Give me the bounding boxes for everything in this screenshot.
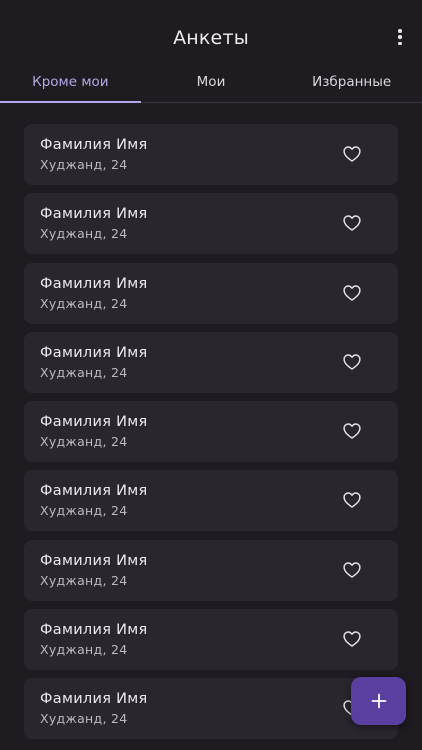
profile-card[interactable]: Фамилия Имя Худжанд, 24 [24,539,398,601]
profile-location: Худжанд, 24 [40,572,128,588]
heart-icon[interactable] [342,144,362,164]
profile-name: Фамилия Имя [40,552,148,569]
app-header: Анкеты [0,0,422,72]
profile-name: Фамилия Имя [40,344,148,361]
tab-mine[interactable]: Мои [141,72,282,102]
profile-location: Худжанд, 24 [40,295,128,311]
page-title: Анкеты [173,27,249,49]
heart-icon[interactable] [342,352,362,372]
heart-icon[interactable] [342,213,362,233]
menu-dot [398,35,402,39]
plus-icon [371,693,386,709]
app-screen: Анкеты Кроме мои Мои Избранные Фамилия И… [0,0,422,750]
profile-name: Фамилия Имя [40,691,148,708]
profile-name: Фамилия Имя [40,622,148,639]
profile-name: Фамилия Имя [40,414,148,431]
profile-card[interactable]: Фамилия Имя Худжанд, 24 [24,124,398,185]
heart-icon[interactable] [342,560,362,580]
profile-card[interactable]: Фамилия Имя Худжанд, 24 [24,401,398,463]
tab-favorites[interactable]: Избранные [281,72,422,102]
profile-name: Фамилия Имя [40,137,148,153]
profile-location: Худжанд, 24 [40,642,128,658]
profile-name: Фамилия Имя [40,275,148,292]
add-profile-button[interactable] [351,677,406,725]
profile-location: Худжанд, 24 [40,434,128,450]
menu-dot [398,29,402,33]
tab-bar: Кроме мои Мои Избранные [0,72,422,103]
profile-location: Худжанд, 24 [40,503,128,519]
heart-icon[interactable] [342,629,362,649]
profile-location: Худжанд, 24 [40,157,128,172]
profile-card[interactable]: Фамилия Имя Худжанд, 24 [24,331,398,393]
profile-location: Худжанд, 24 [40,711,128,727]
profile-card[interactable]: Фамилия Имя Худжанд, 24 [24,193,398,255]
more-vertical-icon[interactable] [394,26,406,48]
profile-location: Худжанд, 24 [40,226,128,242]
tab-except-mine[interactable]: Кроме мои [0,72,141,103]
profile-card[interactable]: Фамилия Имя Худжанд, 24 [24,678,398,740]
heart-icon[interactable] [342,421,362,441]
profile-card[interactable]: Фамилия Имя Худжанд, 24 [24,262,398,324]
profile-name: Фамилия Имя [40,206,148,223]
profile-card[interactable]: Фамилия Имя Худжанд, 24 [24,609,398,671]
profile-location: Худжанд, 24 [40,364,128,380]
profile-card[interactable]: Фамилия Имя Худжанд, 24 [24,470,398,532]
profiles-list: Фамилия Имя Худжанд, 24 Фамилия Имя Худжанд… [24,124,398,748]
heart-icon[interactable] [342,283,362,303]
heart-icon[interactable] [342,490,362,510]
menu-dot [398,41,402,45]
profile-name: Фамилия Имя [40,483,148,500]
